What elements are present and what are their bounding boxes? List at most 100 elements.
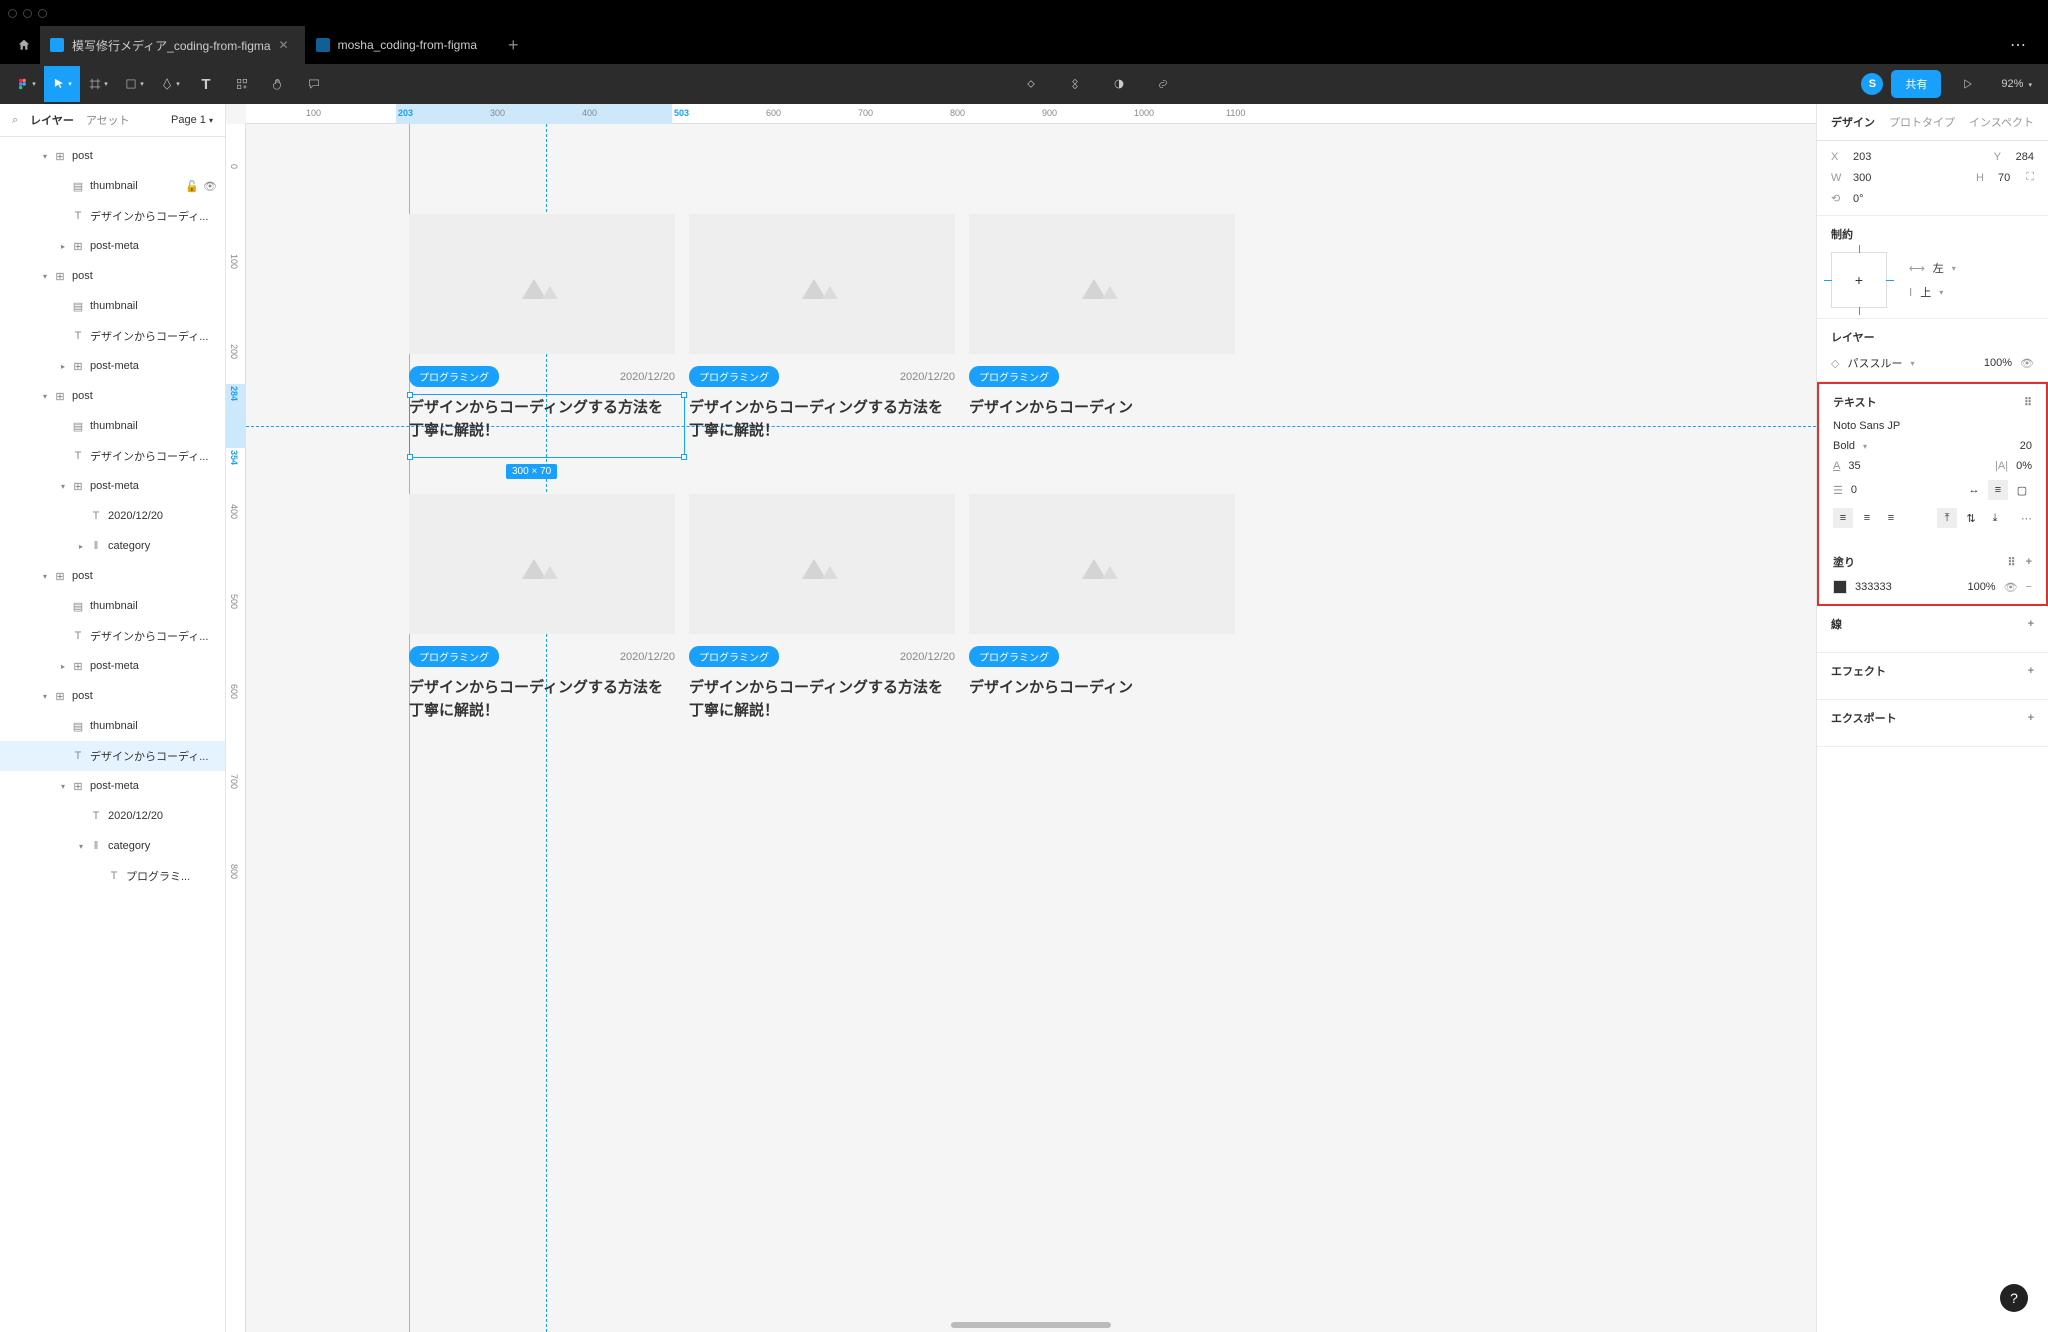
- layer-row[interactable]: ▸ ⊞ post-meta: [0, 351, 225, 381]
- file-tab-inactive[interactable]: mosha_coding-from-figma: [306, 26, 494, 64]
- file-tab-active[interactable]: 模写修行メディア_coding-from-figma ✕: [40, 26, 306, 64]
- mask-button[interactable]: [1057, 66, 1093, 102]
- lock-aspect-icon[interactable]: ⛶: [2026, 171, 2034, 184]
- width-input[interactable]: 300: [1853, 172, 1871, 184]
- add-export-button[interactable]: +: [2028, 712, 2034, 724]
- valign-bottom-button[interactable]: ⤓: [1985, 508, 2005, 528]
- help-button[interactable]: ?: [2000, 1284, 2028, 1312]
- zoom-dropdown[interactable]: 92% ▾: [1993, 78, 2040, 90]
- fill-color-swatch[interactable]: [1833, 580, 1847, 594]
- frame-tool-button[interactable]: ▾: [80, 66, 116, 102]
- layer-row[interactable]: T デザインからコーディ...: [0, 321, 225, 351]
- fixed-size-button[interactable]: ▢: [2012, 480, 2032, 500]
- assets-tab[interactable]: アセット: [86, 112, 130, 128]
- text-tool-button[interactable]: T: [188, 66, 224, 102]
- layer-row[interactable]: ▤ thumbnail 🔓👁: [0, 171, 225, 201]
- layer-row[interactable]: ▾ ⊞ post: [0, 681, 225, 711]
- layer-row[interactable]: T プログラミ...: [0, 861, 225, 891]
- layer-row[interactable]: T 2020/12/20: [0, 501, 225, 531]
- layer-row[interactable]: ▾ ‖ category: [0, 831, 225, 861]
- auto-width-button[interactable]: ↔: [1964, 480, 1984, 500]
- layer-row[interactable]: ▾ ⊞ post-meta: [0, 771, 225, 801]
- align-right-button[interactable]: ≡: [1881, 508, 1901, 528]
- rotation-input[interactable]: 0°: [1853, 193, 1864, 205]
- layer-row[interactable]: ▤ thumbnail: [0, 711, 225, 741]
- layer-row[interactable]: ▾ ⊞ post: [0, 141, 225, 171]
- hand-tool-button[interactable]: [260, 66, 296, 102]
- add-stroke-button[interactable]: +: [2028, 618, 2034, 630]
- layer-row[interactable]: T デザインからコーディ...: [0, 741, 225, 771]
- layer-row[interactable]: ▾ ⊞ post-meta: [0, 471, 225, 501]
- auto-height-button[interactable]: ≡: [1988, 480, 2008, 500]
- fill-styles-icon[interactable]: ⠿: [2008, 556, 2016, 569]
- page-dropdown[interactable]: Page 1 ▾: [171, 114, 213, 126]
- post-card[interactable]: プログラミング2020/12/20 デザインからコーディングする方法を丁寧に解説…: [689, 494, 955, 722]
- visibility-icon[interactable]: 👁: [2020, 357, 2034, 370]
- letter-spacing-input[interactable]: 0%: [2016, 460, 2032, 472]
- home-button[interactable]: [8, 29, 40, 61]
- layers-tab[interactable]: レイヤー: [30, 112, 74, 128]
- layer-row[interactable]: ▤ thumbnail: [0, 591, 225, 621]
- text-styles-icon[interactable]: ⠿: [2024, 396, 2032, 409]
- layer-row[interactable]: ▤ thumbnail: [0, 411, 225, 441]
- layer-row[interactable]: T デザインからコーディ...: [0, 201, 225, 231]
- visibility-icon[interactable]: 👁: [203, 180, 217, 193]
- valign-top-button[interactable]: ⤒: [1937, 508, 1957, 528]
- selection-box[interactable]: [409, 394, 685, 458]
- canvas-area[interactable]: 10020330040050360070080090010001100 0100…: [226, 104, 1816, 1332]
- fill-visibility-icon[interactable]: 👁: [2004, 581, 2018, 594]
- layer-row[interactable]: ▸ ‖ category: [0, 531, 225, 561]
- add-fill-button[interactable]: +: [2026, 556, 2032, 569]
- layer-row[interactable]: T 2020/12/20: [0, 801, 225, 831]
- layer-row[interactable]: ▸ ⊞ post-meta: [0, 231, 225, 261]
- remove-fill-button[interactable]: −: [2026, 581, 2032, 593]
- fill-opacity-input[interactable]: 100%: [1967, 581, 1995, 593]
- inspect-tab[interactable]: インスペクト: [1969, 114, 2034, 130]
- shape-tool-button[interactable]: ▾: [116, 66, 152, 102]
- post-card[interactable]: プログラミング2020/12/20 デザインからコーディングする方法を丁寧に解説…: [689, 214, 955, 442]
- comment-tool-button[interactable]: [296, 66, 332, 102]
- paragraph-input[interactable]: 0: [1851, 484, 1857, 496]
- component-button[interactable]: [1013, 66, 1049, 102]
- font-weight-dropdown[interactable]: Bold: [1833, 440, 1855, 452]
- resources-button[interactable]: [224, 66, 260, 102]
- text-more-button[interactable]: ⋯: [2021, 512, 2032, 525]
- prototype-tab[interactable]: プロトタイプ: [1889, 114, 1955, 130]
- traffic-light-min[interactable]: [23, 9, 32, 18]
- align-center-button[interactable]: ≡: [1857, 508, 1877, 528]
- traffic-light-max[interactable]: [38, 9, 47, 18]
- close-icon[interactable]: ✕: [279, 38, 289, 52]
- move-tool-button[interactable]: ▾: [44, 66, 80, 102]
- valign-middle-button[interactable]: ⇅: [1961, 508, 1981, 528]
- figma-menu-button[interactable]: ▾: [8, 66, 44, 102]
- font-family-dropdown[interactable]: Noto Sans JP: [1833, 420, 2032, 432]
- link-button[interactable]: [1145, 66, 1181, 102]
- line-height-input[interactable]: 35: [1848, 460, 1860, 472]
- search-icon[interactable]: ⌕: [12, 114, 18, 127]
- font-size-input[interactable]: 20: [2020, 440, 2032, 452]
- y-input[interactable]: 284: [2016, 151, 2034, 163]
- ruler-horizontal[interactable]: 10020330040050360070080090010001100: [246, 104, 1816, 124]
- constraint-v-dropdown[interactable]: 上: [1920, 284, 1931, 300]
- add-effect-button[interactable]: +: [2028, 665, 2034, 677]
- layer-opacity-input[interactable]: 100%: [1984, 357, 2012, 369]
- menu-button[interactable]: ⋯: [1996, 35, 2040, 55]
- ruler-vertical[interactable]: 0100200284354400500600700800: [226, 124, 246, 1332]
- present-button[interactable]: [1949, 66, 1985, 102]
- share-button[interactable]: 共有: [1891, 70, 1941, 98]
- post-card[interactable]: プログラミング デザインからコーディン: [969, 494, 1235, 700]
- scrollbar-horizontal[interactable]: [951, 1322, 1111, 1328]
- unlock-icon[interactable]: 🔓: [185, 180, 199, 193]
- layer-row[interactable]: T デザインからコーディ...: [0, 441, 225, 471]
- layer-row[interactable]: ▾ ⊞ post: [0, 261, 225, 291]
- layer-row[interactable]: T デザインからコーディ...: [0, 621, 225, 651]
- layer-row[interactable]: ▤ thumbnail: [0, 291, 225, 321]
- layer-row[interactable]: ▾ ⊞ post: [0, 561, 225, 591]
- constraint-h-dropdown[interactable]: 左: [1933, 260, 1944, 276]
- layer-row[interactable]: ▸ ⊞ post-meta: [0, 651, 225, 681]
- avatar[interactable]: S: [1861, 73, 1883, 95]
- traffic-light-close[interactable]: [8, 9, 17, 18]
- height-input[interactable]: 70: [1998, 172, 2010, 184]
- design-tab[interactable]: デザイン: [1831, 114, 1875, 130]
- fill-hex-input[interactable]: 333333: [1855, 581, 1892, 593]
